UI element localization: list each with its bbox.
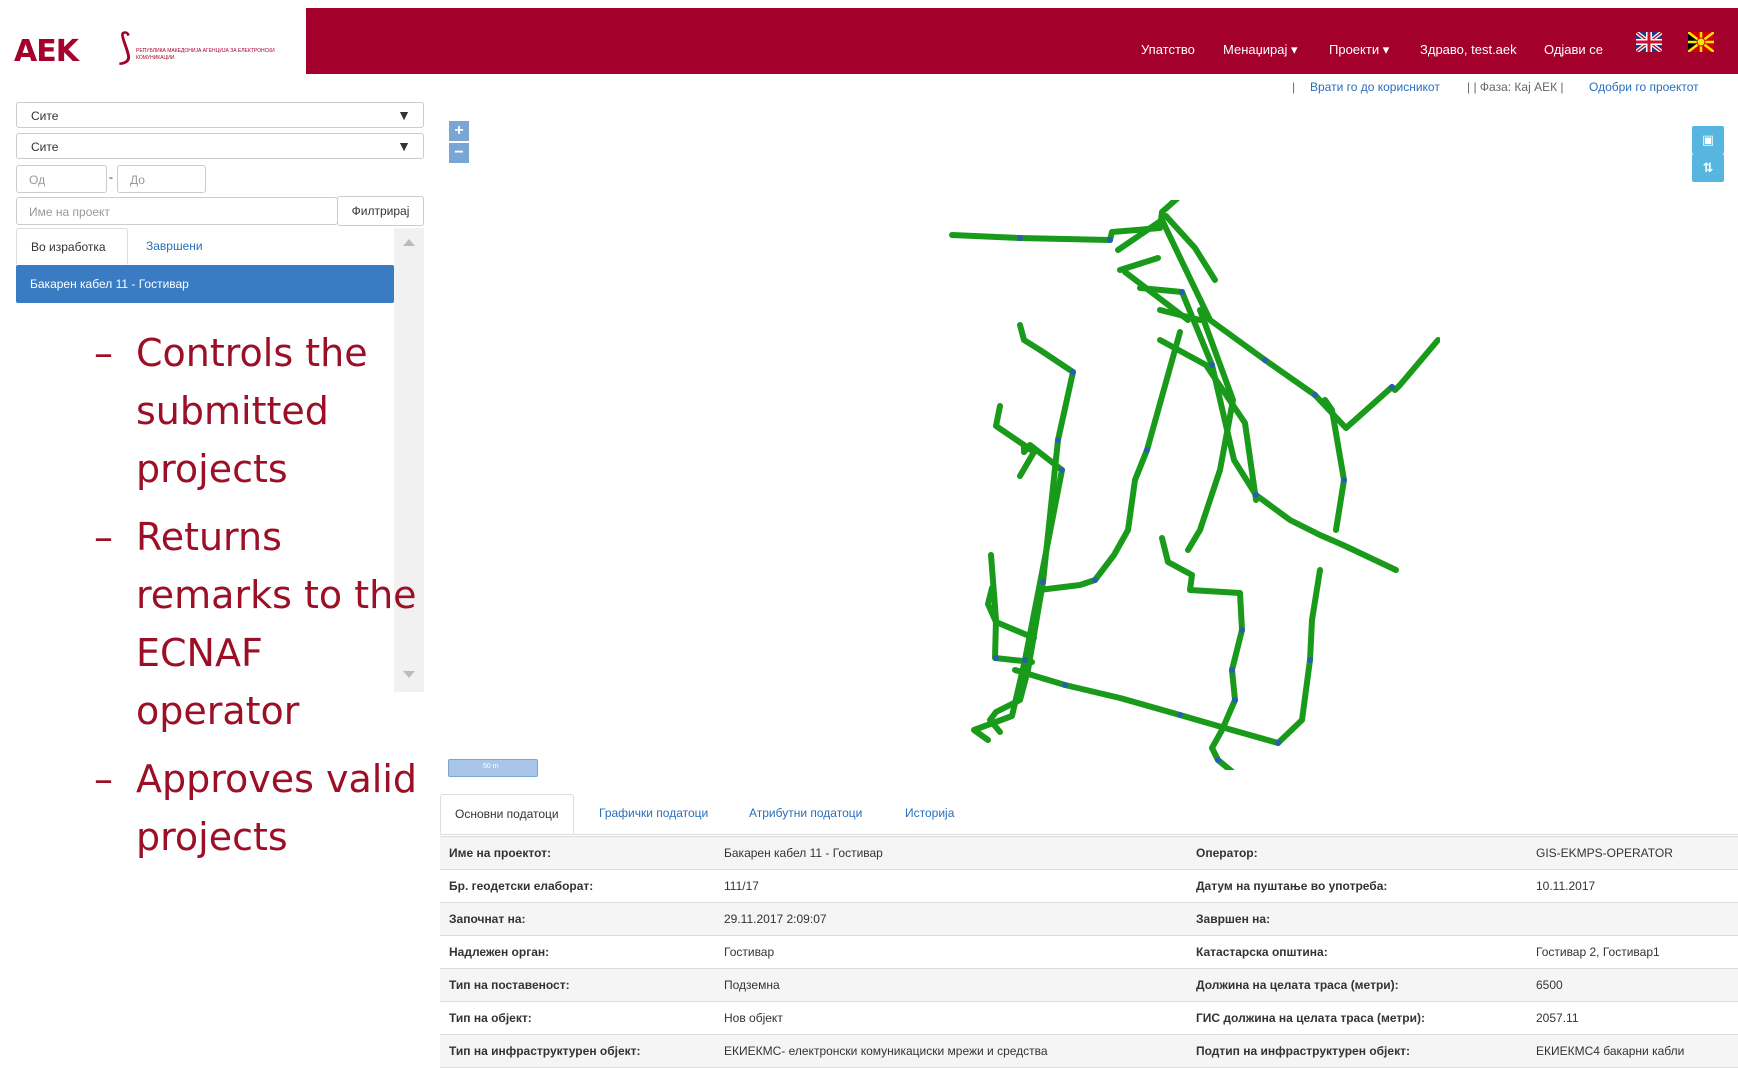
- detail-label: Завршен на:: [1187, 902, 1527, 936]
- return-to-user-link[interactable]: Врати го до корисникот: [1310, 80, 1440, 94]
- slide-bullet-list: – Controls the submitted projects – Return…: [94, 324, 434, 876]
- date-to-placeholder: До: [130, 173, 145, 187]
- detail-label: Име на проектот:: [440, 836, 715, 870]
- bullet-text: Controls the submitted projects: [136, 331, 368, 491]
- detail-value: GIS-EKMPS-OPERATOR: [1527, 836, 1738, 870]
- table-row: Име на проектот: Бакарен кабел 11 - Гости…: [440, 836, 1738, 870]
- map-scale-label: 50 m: [483, 763, 499, 770]
- detail-label: Должина на целата траса (метри):: [1187, 968, 1527, 1002]
- detail-value: Подземна: [715, 968, 1187, 1002]
- table-row: Надлежен орган: Гостивар Катастарска општи…: [440, 935, 1738, 969]
- date-range-dash: -: [109, 170, 113, 184]
- date-from-placeholder: Од: [29, 173, 46, 187]
- detail-label: ГИС должина на целата траса (метри):: [1187, 1001, 1527, 1035]
- detail-tabs: Основни податоци Графички податоци Атриб…: [440, 794, 1738, 835]
- detail-value: Нов објект: [715, 1001, 1187, 1035]
- nav-manage-dropdown[interactable]: Менаџирај ▾: [1223, 42, 1298, 58]
- table-row: Тип на инфраструктурен објект: ЕКИЕКМС- е…: [440, 1034, 1738, 1068]
- filter-button[interactable]: Филтрирај: [337, 196, 424, 226]
- zoom-in-button[interactable]: +: [449, 121, 469, 141]
- detail-label: Катастарска општина:: [1187, 935, 1527, 969]
- dropdown-arrow-icon: ▼: [397, 107, 411, 123]
- bullet-text: Approves valid projects: [136, 757, 418, 859]
- nav-manual[interactable]: Упатство: [1141, 42, 1195, 57]
- detail-label: Бр. геодетски елаборат:: [440, 869, 715, 903]
- detail-label: Оператор:: [1187, 836, 1527, 870]
- detail-label: Тип на инфраструктурен објект:: [440, 1034, 715, 1068]
- project-status-tabs: Во изработка Завршени: [16, 228, 394, 267]
- detail-value: ЕКИЕКМС4 бакарни кабли: [1527, 1034, 1738, 1068]
- map-canvas[interactable]: [440, 200, 1440, 770]
- detail-label: Тип на објект:: [440, 1001, 715, 1035]
- bullet-item: – Controls the submitted projects: [94, 331, 368, 491]
- detail-value: 29.11.2017 2:09:07: [715, 902, 1187, 936]
- detail-value: ЕКИЕКМС- електронски комуникациски мрежи…: [715, 1034, 1187, 1068]
- detail-value: 2057.11: [1527, 1001, 1738, 1035]
- bullet-text: Returns remarks to the ECNAF operator: [136, 515, 417, 733]
- project-list-item[interactable]: Бакарен кабел 11 - Гостивар: [16, 265, 394, 303]
- filter-select-1[interactable]: Сите ▼: [16, 102, 424, 128]
- detail-value: 111/17: [715, 869, 1187, 903]
- logo-emblem-icon: ⟆: [118, 26, 133, 67]
- logo[interactable]: AEK ⟆ РЕПУБЛИКА МАКЕДОНИЈА АГЕНЦИЈА ЗА Е…: [0, 8, 306, 74]
- filter-select-2-value: Сите: [31, 140, 59, 154]
- bullet-item: – Returns remarks to the ECNAF operator: [94, 515, 417, 733]
- dropdown-arrow-icon: ▼: [397, 138, 411, 154]
- flag-macedonia-icon[interactable]: [1688, 32, 1714, 52]
- bullet-item: – Approves valid projects: [94, 757, 418, 859]
- map-scale-bar: 50 m: [448, 759, 538, 777]
- detail-value: [1527, 902, 1738, 936]
- detail-label: Датум на пуштање во употреба:: [1187, 869, 1527, 903]
- filter-select-2[interactable]: Сите ▼: [16, 133, 424, 159]
- filter-select-1-value: Сите: [31, 109, 59, 123]
- detail-value: Бакарен кабел 11 - Гостивар: [715, 836, 1187, 870]
- nav-greeting[interactable]: Здраво, test.aek: [1420, 42, 1517, 57]
- table-row: Тип на поставеност: Подземна Должина на це…: [440, 968, 1738, 1002]
- tab-attribute-data[interactable]: Атрибутни податоци: [735, 794, 876, 834]
- table-row: Бр. геодетски елаборат: 111/17 Датум на пу…: [440, 869, 1738, 903]
- date-to-input[interactable]: До: [117, 165, 206, 193]
- detail-label: Подтип на инфраструктурен објект:: [1187, 1034, 1527, 1068]
- tab-finished[interactable]: Завршени: [132, 228, 217, 265]
- layer-toggle-button[interactable]: ▣: [1692, 126, 1724, 154]
- table-row: Тип на објект: Нов објект ГИС должина на ц…: [440, 1001, 1738, 1035]
- flag-uk-icon[interactable]: [1636, 32, 1662, 52]
- project-name-input[interactable]: Име на проект: [16, 197, 338, 225]
- tab-basic-data[interactable]: Основни податоци: [440, 794, 574, 834]
- tab-graphic-data[interactable]: Графички податоци: [585, 794, 722, 834]
- detail-value: 6500: [1527, 968, 1738, 1002]
- nav-logout[interactable]: Одјави се: [1544, 42, 1603, 57]
- project-name-placeholder: Име на проект: [29, 205, 110, 219]
- date-from-input[interactable]: Од: [16, 165, 107, 193]
- table-row: Започнат на: 29.11.2017 2:09:07 Завршен на…: [440, 902, 1738, 936]
- detail-label: Тип на поставеност:: [440, 968, 715, 1002]
- phase-status: | | Фаза: Кај АЕК |: [1467, 80, 1564, 94]
- tab-in-progress[interactable]: Во изработка: [16, 228, 128, 265]
- subbar-separator: |: [1292, 80, 1296, 94]
- logo-text: AEK: [14, 34, 79, 69]
- tab-history[interactable]: Историја: [891, 794, 968, 834]
- detail-value: Гостивар 2, Гостивар1: [1527, 935, 1738, 969]
- detail-value: 10.11.2017: [1527, 869, 1738, 903]
- nav-projects-dropdown[interactable]: Проекти ▾: [1329, 42, 1389, 58]
- detail-value: Гостивар: [715, 935, 1187, 969]
- logo-subtitle: РЕПУБЛИКА МАКЕДОНИЈА АГЕНЦИЈА ЗА ЕЛЕКТРО…: [136, 48, 275, 61]
- detail-label: Надлежен орган:: [440, 935, 715, 969]
- layers-icon: ▣: [1701, 132, 1715, 147]
- sort-toggle-button[interactable]: ⇅: [1692, 154, 1724, 182]
- detail-label: Започнат на:: [440, 902, 715, 936]
- project-details-table: Име на проектот: Бакарен кабел 11 - Гости…: [440, 836, 1738, 1068]
- zoom-out-button[interactable]: −: [449, 143, 469, 163]
- sort-arrows-icon: ⇅: [1702, 160, 1714, 175]
- approve-project-link[interactable]: Одобри го проектот: [1589, 80, 1699, 94]
